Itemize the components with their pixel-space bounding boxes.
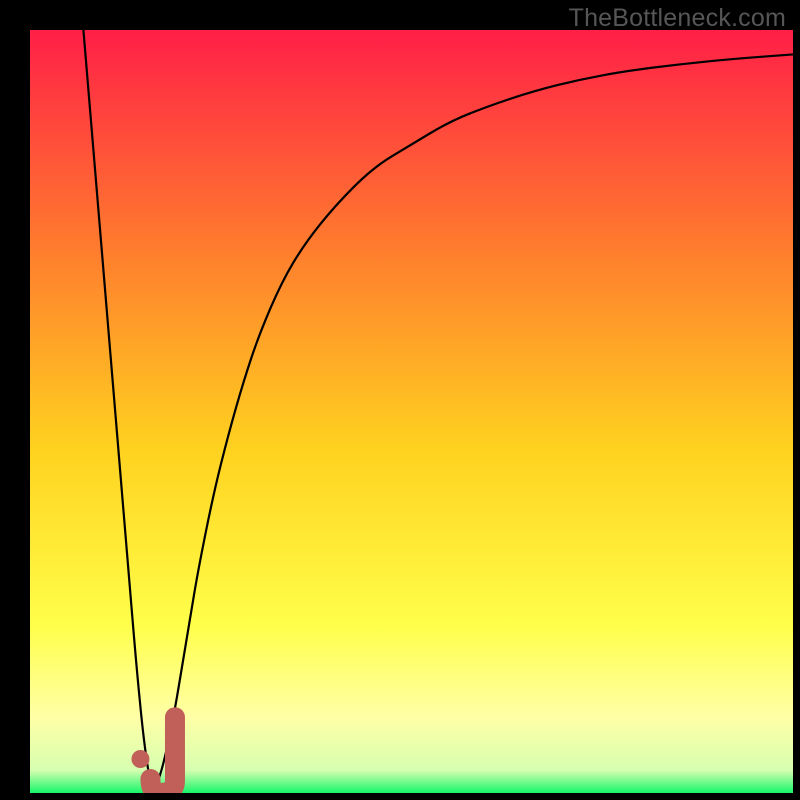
- watermark-text: TheBottleneck.com: [569, 4, 786, 33]
- chart-frame: TheBottleneck.com: [0, 0, 800, 800]
- bottleneck-chart: [0, 0, 800, 800]
